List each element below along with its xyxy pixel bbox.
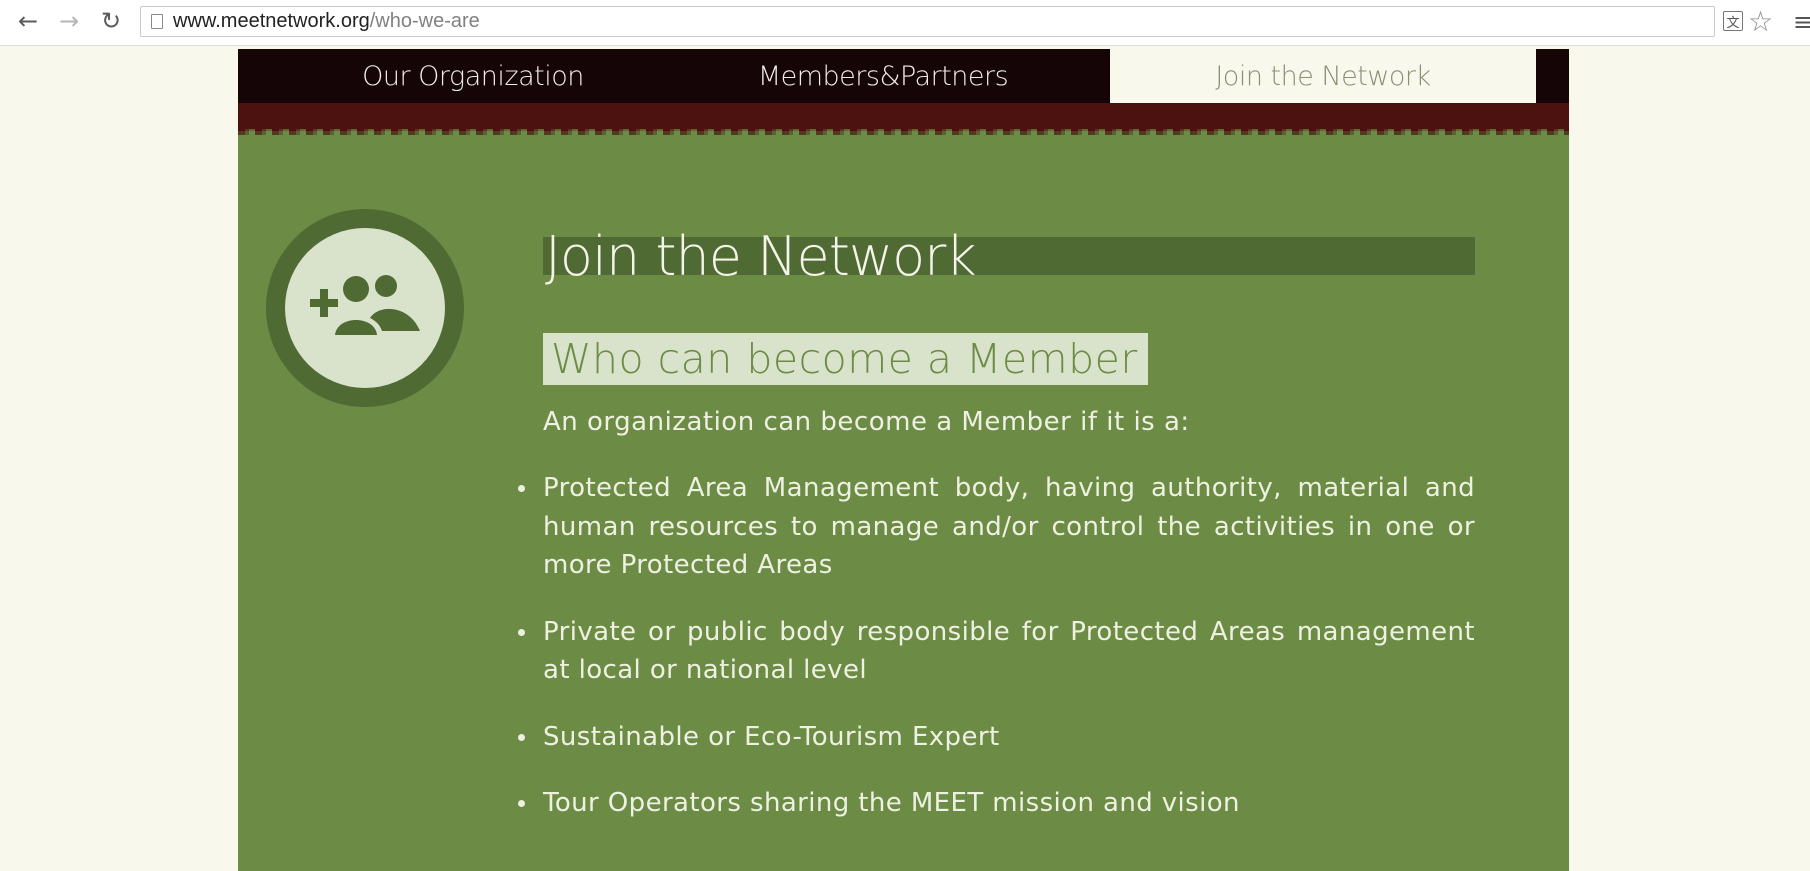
page-title-block: Join the Network [543, 224, 1475, 294]
site-container: Our Organization Members&Partners Join t… [238, 49, 1569, 871]
main-nav: Our Organization Members&Partners Join t… [238, 49, 1569, 103]
url-path: /who-we-are [369, 10, 480, 32]
list-item: Sustainable or Eco-Tourism Expert [518, 718, 1475, 757]
reload-icon[interactable]: ↻ [96, 6, 126, 36]
nav-join-the-network[interactable]: Join the Network [1110, 49, 1536, 103]
section-title: Who can become a Member [543, 333, 1148, 385]
translate-icon[interactable]: 文 [1723, 11, 1743, 31]
add-group-icon [310, 275, 420, 335]
list-item: Tour Operators sharing the MEET mission … [518, 784, 1475, 823]
address-bar[interactable]: www.meetnetwork.org/who-we-are [140, 6, 1715, 37]
page-title: Join the Network [545, 225, 977, 288]
browser-toolbar: ← → ↻ www.meetnetwork.org/who-we-are 文 ☆… [0, 0, 1810, 46]
nav-our-organization[interactable]: Our Organization [268, 49, 678, 103]
url-host: www.meetnetwork.org [173, 10, 370, 32]
header-band [238, 103, 1569, 135]
nav-members-partners[interactable]: Members&Partners [678, 49, 1088, 103]
star-icon[interactable]: ☆ [1748, 5, 1773, 38]
list-item: Private or public body responsible for P… [518, 613, 1475, 690]
member-criteria-list: Protected Area Management body, having a… [518, 469, 1475, 851]
back-arrow-icon[interactable]: ← [13, 6, 43, 36]
forward-arrow-icon[interactable]: → [54, 6, 84, 36]
join-badge [266, 209, 464, 407]
menu-icon[interactable]: ≡ [1793, 8, 1810, 36]
list-item: Protected Area Management body, having a… [518, 469, 1475, 585]
intro-text: An organization can become a Member if i… [543, 407, 1190, 437]
page-icon [151, 14, 163, 29]
